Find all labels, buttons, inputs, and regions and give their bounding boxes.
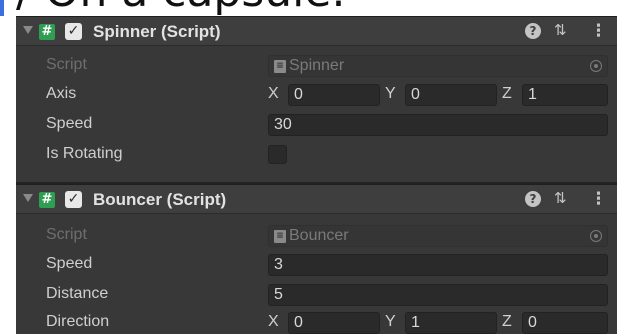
script-file-icon: ≡	[274, 230, 286, 243]
help-icon[interactable]: ?	[525, 23, 541, 39]
component-header[interactable]: # ✓ Bouncer (Script) ? ⇅ ⋮	[16, 184, 617, 214]
help-icon[interactable]: ?	[525, 191, 541, 207]
speed-field[interactable]: 3	[268, 254, 608, 276]
axis-x-field[interactable]: 0	[288, 84, 380, 106]
direction-label: Direction	[46, 313, 110, 330]
checkbox-checked-icon[interactable]: ✓	[65, 191, 82, 208]
axis-y-letter[interactable]: Y	[385, 85, 396, 103]
speed-row: Speed 30	[16, 112, 617, 138]
script-row: Script ≡ Bouncer	[16, 223, 617, 249]
direction-z-field[interactable]: 0	[522, 312, 608, 334]
csharp-script-icon: #	[39, 192, 55, 208]
component-title: Bouncer (Script)	[93, 190, 227, 209]
triangle-down-icon[interactable]	[23, 194, 33, 202]
is-rotating-checkbox[interactable]	[268, 145, 287, 164]
is-rotating-row: Is Rotating	[16, 142, 617, 168]
speed-field[interactable]: 30	[268, 114, 608, 136]
script-row: Script ≡ Spinner	[16, 53, 617, 79]
kebab-menu-icon[interactable]: ⋮	[590, 189, 607, 209]
script-label: Script	[46, 226, 87, 243]
axis-row: Axis X 0 Y 0 Z 1	[16, 82, 617, 108]
component-bouncer: # ✓ Bouncer (Script) ? ⇅ ⋮ Script ≡ Boun…	[16, 184, 617, 334]
script-file-icon: ≡	[274, 60, 286, 73]
axis-y-value: 0	[411, 86, 420, 103]
script-object-name: Bouncer	[289, 227, 349, 244]
speed-label: Speed	[46, 115, 93, 132]
kebab-menu-icon[interactable]: ⋮	[590, 21, 607, 41]
direction-row: Direction X 0 Y 1 Z 0	[16, 310, 617, 334]
is-rotating-label: Is Rotating	[46, 145, 123, 162]
axis-z-letter[interactable]: Z	[502, 85, 512, 103]
axis-y-field[interactable]: 0	[405, 84, 497, 106]
axis-x-value: 0	[294, 86, 303, 103]
csharp-script-icon: #	[39, 24, 55, 40]
inspector-panel: # ✓ Spinner (Script) ? ⇅ ⋮ Script ≡ Spin…	[16, 16, 617, 334]
axis-z-field[interactable]: 1	[522, 84, 608, 106]
caption-strip: / On a capsule.	[0, 0, 617, 16]
direction-x-letter[interactable]: X	[268, 313, 279, 331]
component-spinner: # ✓ Spinner (Script) ? ⇅ ⋮ Script ≡ Spin…	[16, 16, 617, 186]
component-header[interactable]: # ✓ Spinner (Script) ? ⇅ ⋮	[16, 16, 617, 46]
distance-row: Distance 5	[16, 282, 617, 308]
axis-label: Axis	[46, 85, 77, 102]
axis-x-letter[interactable]: X	[268, 85, 279, 103]
speed-label: Speed	[46, 255, 93, 272]
direction-y-letter[interactable]: Y	[385, 313, 396, 331]
direction-y-field[interactable]: 1	[405, 312, 497, 334]
speed-row: Speed 3	[16, 252, 617, 278]
distance-value: 5	[274, 286, 283, 303]
script-object-field[interactable]: ≡ Spinner	[268, 55, 608, 77]
script-label: Script	[46, 56, 87, 73]
caption-accent-bar	[0, 0, 4, 16]
direction-x-field[interactable]: 0	[288, 312, 380, 334]
direction-z-value: 0	[528, 314, 537, 331]
checkbox-checked-icon[interactable]: ✓	[65, 23, 82, 40]
speed-value: 3	[274, 256, 283, 273]
presets-sliders-icon[interactable]: ⇅	[554, 189, 567, 207]
direction-z-letter[interactable]: Z	[502, 313, 512, 331]
direction-y-value: 1	[411, 314, 420, 331]
object-picker-icon[interactable]	[590, 230, 602, 242]
script-object-name: Spinner	[289, 57, 345, 74]
presets-sliders-icon[interactable]: ⇅	[554, 21, 567, 39]
caption-text: / On a capsule.	[16, 0, 345, 14]
script-object-field[interactable]: ≡ Bouncer	[268, 225, 608, 247]
object-picker-icon[interactable]	[590, 60, 602, 72]
triangle-down-icon[interactable]	[23, 26, 33, 34]
distance-field[interactable]: 5	[268, 284, 608, 306]
component-title: Spinner (Script)	[93, 22, 221, 41]
speed-value: 30	[274, 116, 292, 133]
distance-label: Distance	[46, 285, 109, 302]
axis-z-value: 1	[528, 86, 537, 103]
direction-x-value: 0	[294, 314, 303, 331]
